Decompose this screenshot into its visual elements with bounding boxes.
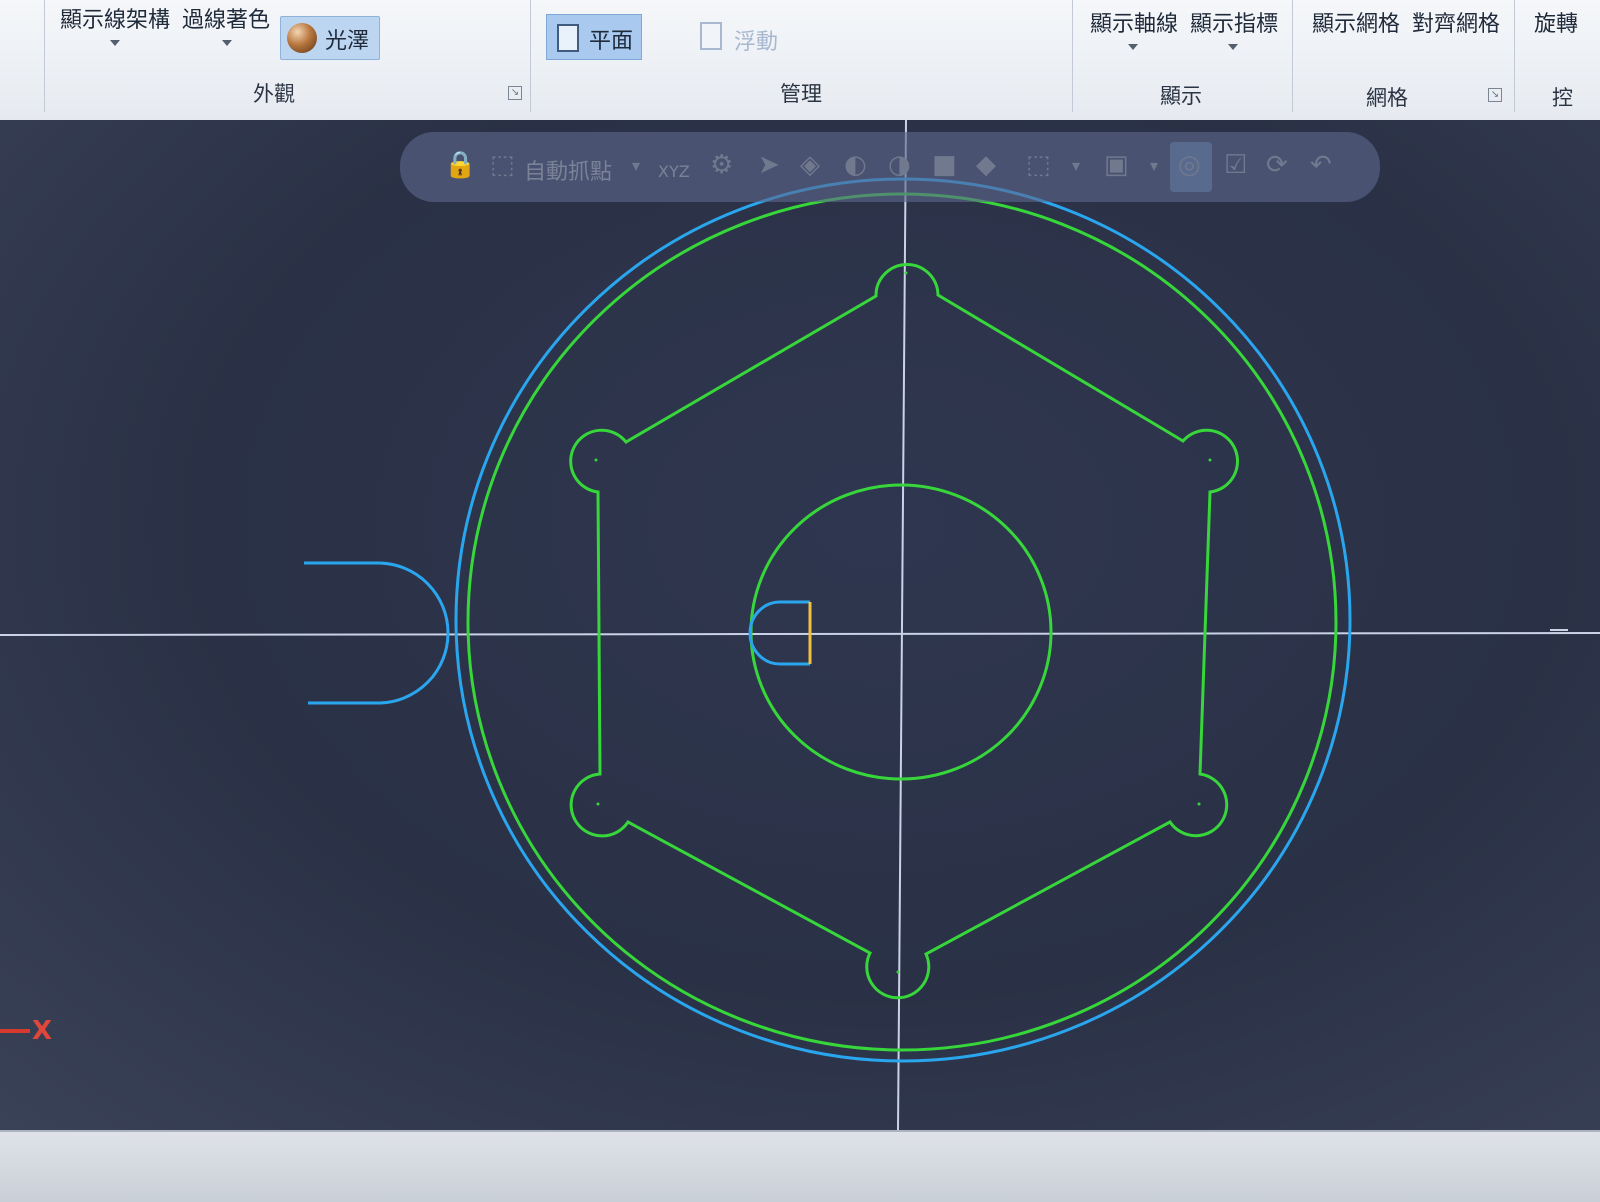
edge-shading-button[interactable]: 過線著色 — [182, 2, 270, 34]
left-blue-slot — [304, 561, 450, 705]
select-arrow-icon[interactable]: ➤ — [758, 150, 780, 180]
x-axis-indicator-arrow — [0, 1029, 30, 1033]
y-axis-line — [897, 120, 907, 1130]
divider — [44, 0, 45, 112]
show-wireframe-dropdown-icon[interactable] — [110, 40, 120, 46]
show-axes-dropdown-icon[interactable] — [1128, 44, 1138, 50]
show-axes-button[interactable]: 顯示軸線 — [1090, 6, 1178, 38]
divider — [1072, 0, 1073, 112]
rotate-group-label: 控 — [1552, 86, 1573, 110]
lobe-center — [904, 271, 908, 275]
appearance-dialog-launcher-icon[interactable]: ↘ — [508, 86, 522, 100]
show-grid-button[interactable]: 顯示網格 — [1312, 6, 1400, 38]
show-wireframe-button[interactable]: 顯示線架構 — [60, 2, 170, 34]
grid-group-label: 網格 — [1366, 86, 1408, 110]
divider — [1292, 0, 1293, 112]
lock-icon[interactable]: 🔒 — [444, 150, 476, 180]
show-pointer-button[interactable]: 顯示指標 — [1190, 6, 1278, 38]
lobe-center — [1208, 458, 1212, 462]
xyz-input-icon[interactable]: XYZ — [658, 162, 690, 181]
edge-shading-dropdown-icon[interactable] — [222, 40, 232, 46]
auto-snap-label[interactable]: 自動抓點 — [524, 154, 612, 186]
plane-button[interactable]: 平面 — [546, 14, 642, 60]
material-ball-icon — [287, 23, 317, 53]
cad-canvas[interactable] — [0, 120, 1600, 1130]
gloss-button[interactable]: 光澤 — [280, 16, 380, 60]
status-bar — [0, 1130, 1600, 1202]
verify-icon[interactable]: ◎ — [1178, 150, 1201, 180]
drawing-viewport[interactable]: 🔒 ⬚ 自動抓點 ▾ XYZ ⚙ ➤ ◈ ◐ ◑ ■ ◆ ⬚ ▾ ▣ ▾ ◎ ☑… — [0, 120, 1600, 1130]
floating-toolbar: 🔒 ⬚ 自動抓點 ▾ XYZ ⚙ ➤ ◈ ◐ ◑ ■ ◆ ⬚ ▾ ▣ ▾ ◎ ☑… — [400, 132, 1380, 202]
gloss-label: 光澤 — [325, 29, 370, 54]
check-select-icon[interactable]: ☑ — [1224, 150, 1247, 180]
auto-snap-icon[interactable]: ⬚ — [490, 150, 515, 180]
undo-select-icon[interactable]: ↶ — [1310, 150, 1332, 180]
grid-dialog-launcher-icon[interactable]: ↘ — [1488, 88, 1502, 102]
divider — [1514, 0, 1515, 112]
window-select-dropdown-icon[interactable]: ▾ — [1072, 156, 1080, 175]
select-shaded-cube-icon[interactable]: ◆ — [976, 150, 996, 180]
plane-icon — [557, 24, 579, 52]
lobe-center — [896, 970, 900, 974]
align-grid-button[interactable]: 對齊網格 — [1412, 6, 1500, 38]
floating-button[interactable]: 浮動 — [734, 24, 778, 56]
lobe-center — [596, 802, 600, 806]
x-axis-label: X — [32, 1016, 53, 1046]
floating-icon — [700, 22, 722, 50]
display-group-label: 顯示 — [1160, 84, 1202, 108]
select-solid-icon[interactable]: ◈ — [800, 150, 820, 180]
window-select-icon[interactable]: ⬚ — [1026, 150, 1051, 180]
lobe-center — [1197, 802, 1201, 806]
rotate-button[interactable]: 旋轉 — [1534, 6, 1578, 38]
plane-label: 平面 — [589, 29, 634, 54]
manage-group-label: 管理 — [780, 82, 822, 106]
snap-settings-gear-icon[interactable]: ⚙ — [710, 150, 733, 180]
select-face-icon[interactable]: ◐ — [844, 150, 867, 180]
select-body-icon[interactable]: ◑ — [888, 150, 911, 180]
auto-snap-dropdown-icon[interactable]: ▾ — [632, 156, 640, 175]
x-axis-line — [0, 632, 1600, 636]
ribbon: 顯示線架構 過線著色 光澤 外觀 ↘ 平面 浮動 管理 顯示軸線 顯示指標 顯示… — [0, 0, 1600, 122]
divider — [530, 0, 531, 112]
lobe-center — [594, 458, 598, 462]
select-cube-icon[interactable]: ■ — [932, 150, 957, 180]
refresh-icon[interactable]: ⟳ — [1266, 150, 1288, 180]
show-pointer-dropdown-icon[interactable] — [1228, 44, 1238, 50]
box-select-dropdown-icon[interactable]: ▾ — [1150, 156, 1158, 175]
box-select-icon[interactable]: ▣ — [1104, 150, 1129, 180]
appearance-group-label: 外觀 — [253, 82, 295, 106]
